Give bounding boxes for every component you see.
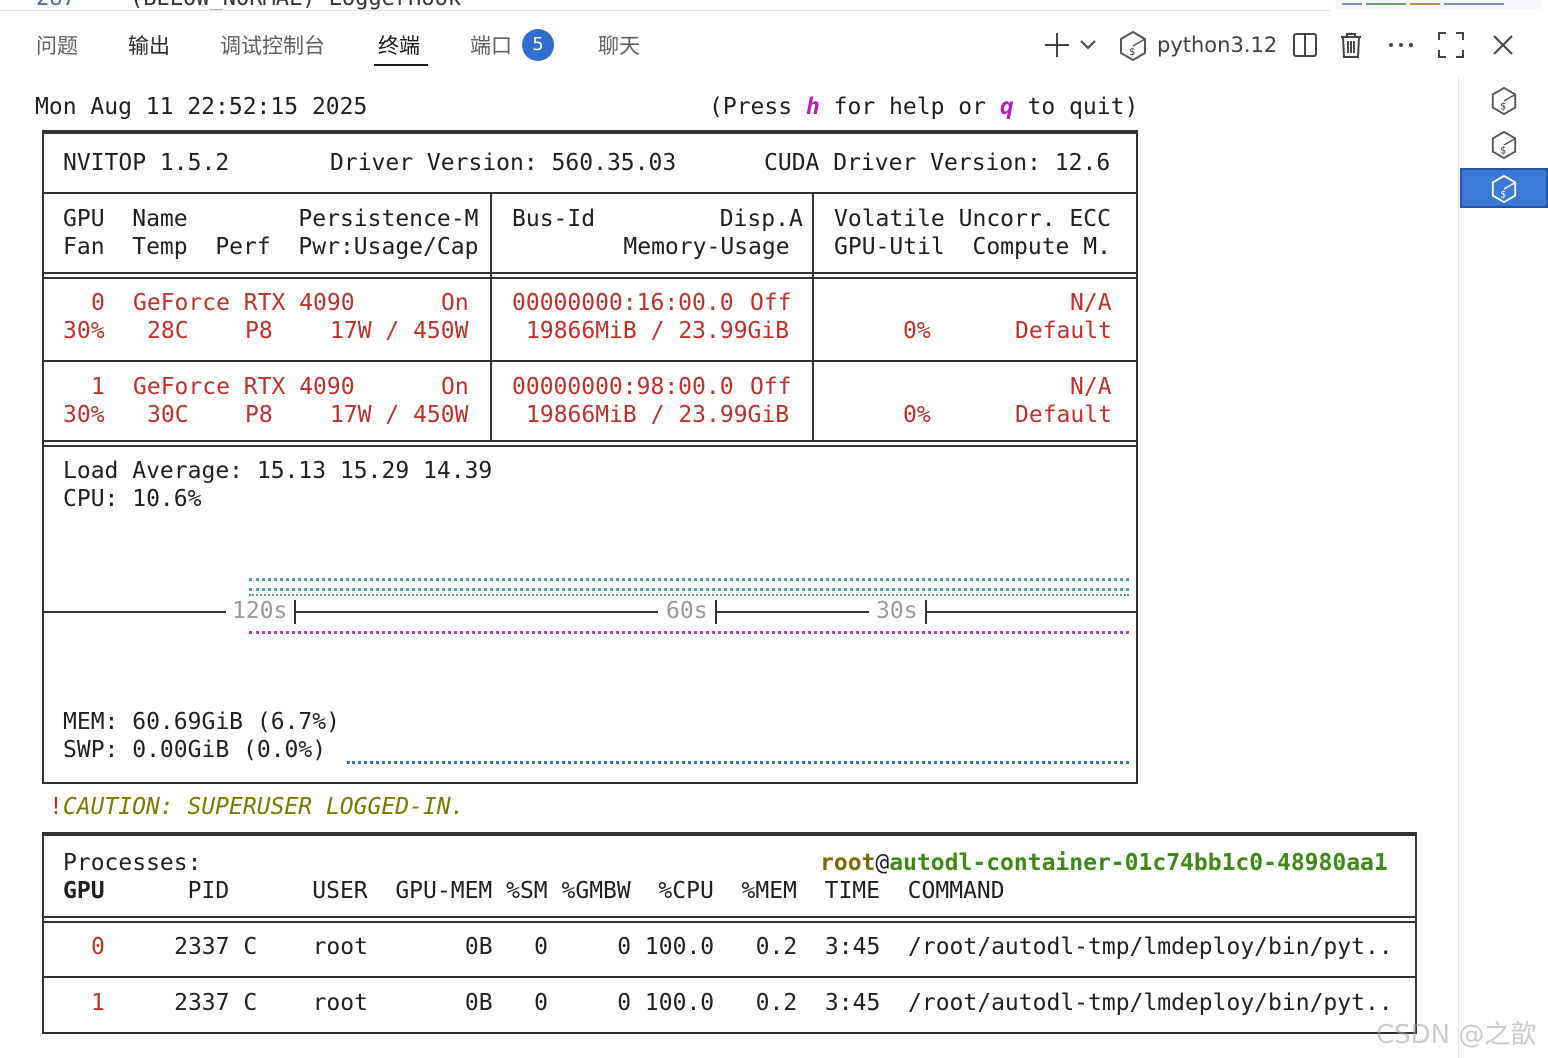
more-icon[interactable] bbox=[1386, 30, 1416, 67]
col-header-gpu-2: Fan Temp Perf Pwr:Usage/Cap bbox=[63, 234, 479, 260]
trash-icon[interactable] bbox=[1336, 30, 1366, 67]
processes-title: Processes: bbox=[63, 850, 202, 876]
table-row: 0 2337 C root 0B 0 0 100.0 0.2 3:45 /roo… bbox=[91, 934, 1393, 960]
user-host: root@autodl-container-01c74bb1c0-48980aa… bbox=[820, 850, 1388, 876]
terminal-shell-icon: $ bbox=[1491, 86, 1517, 116]
ports-count-badge: 5 bbox=[522, 29, 554, 61]
terminal-item-1[interactable]: $ bbox=[1460, 80, 1548, 120]
editor-peek: 287 (BELOW_NORMAL) LoggerHook bbox=[0, 0, 1330, 11]
terminal-list: $ $ $ bbox=[1458, 78, 1548, 1058]
swap-usage: SWP: 0.00GiB (0.0%) bbox=[63, 737, 327, 763]
tab-debug-console[interactable]: 调试控制台 bbox=[220, 30, 325, 60]
plus-icon[interactable] bbox=[1042, 30, 1072, 67]
tab-ports[interactable]: 端口 bbox=[470, 30, 512, 60]
svg-text:$: $ bbox=[1500, 145, 1506, 156]
cuda-version: CUDA Driver Version: 12.6 bbox=[764, 150, 1111, 176]
swap-history-graph bbox=[347, 761, 1129, 764]
gpu-name: GeForce RTX 4090 bbox=[133, 374, 355, 400]
split-icon[interactable] bbox=[1290, 30, 1320, 67]
watermark: CSDN @之歆 bbox=[1376, 1020, 1537, 1050]
nvitop-version: NVITOP 1.5.2 bbox=[63, 150, 230, 176]
active-tab-indicator bbox=[374, 64, 428, 66]
gpu-name: GeForce RTX 4090 bbox=[133, 290, 355, 316]
time-axis bbox=[44, 611, 226, 613]
terminal-item-3-selected[interactable]: $ bbox=[1460, 168, 1548, 208]
load-average: Load Average: 15.13 15.29 14.39 bbox=[63, 458, 493, 484]
tick-60s: 60s bbox=[666, 598, 708, 624]
minimap[interactable] bbox=[1336, 0, 1541, 9]
svg-text:$: $ bbox=[1500, 189, 1506, 200]
driver-version: Driver Version: 560.35.03 bbox=[330, 150, 677, 176]
terminal-profile-name[interactable]: python3.12 bbox=[1157, 33, 1277, 57]
col-header-gpu-1: GPU Name Persistence-M bbox=[63, 206, 479, 232]
svg-text:$: $ bbox=[1129, 47, 1135, 58]
help-hint: (Press h for help or q to quit) bbox=[709, 94, 1139, 120]
line-number: 287 bbox=[36, 0, 76, 10]
code-line: (BELOW_NORMAL) LoggerHook bbox=[130, 0, 461, 10]
svg-text:$: $ bbox=[1500, 101, 1506, 112]
terminal-shell-icon: $ bbox=[1491, 174, 1517, 204]
col-header-util-1: Volatile Uncorr. ECC bbox=[834, 206, 1111, 232]
cpu-usage: CPU: 10.6% bbox=[63, 486, 202, 512]
processes-header: GPU PID USER GPU-MEM %SM %GMBW %CPU %MEM… bbox=[63, 878, 1005, 904]
mem-usage: MEM: 60.69GiB (6.7%) bbox=[63, 709, 340, 735]
close-icon[interactable] bbox=[1488, 30, 1518, 67]
terminal-item-2[interactable]: $ bbox=[1460, 124, 1548, 164]
terminal-shell-icon: $ bbox=[1491, 130, 1517, 160]
col-header-bus-1: Bus-Id Disp.A bbox=[512, 206, 803, 232]
cpu-history-graph bbox=[249, 578, 1129, 581]
maximize-icon[interactable] bbox=[1436, 30, 1466, 67]
tab-output[interactable]: 输出 bbox=[128, 30, 170, 60]
table-row: 1 2337 C root 0B 0 0 100.0 0.2 3:45 /roo… bbox=[91, 990, 1393, 1016]
chevron-down-icon[interactable] bbox=[1078, 30, 1098, 67]
col-header-util-2: GPU-Util Compute M. bbox=[834, 234, 1111, 260]
tab-problems[interactable]: 问题 bbox=[36, 30, 78, 60]
col-header-bus-2: Memory-Usage bbox=[568, 234, 790, 260]
tab-terminal[interactable]: 终端 bbox=[378, 30, 420, 60]
tick-120s: 120s bbox=[232, 598, 288, 624]
terminal-shell-icon: $ bbox=[1118, 30, 1148, 69]
mem-history-graph bbox=[249, 631, 1129, 634]
tick-30s: 30s bbox=[876, 598, 918, 624]
caution-message: !CAUTION: SUPERUSER LOGGED-IN. bbox=[49, 794, 465, 820]
tab-chat[interactable]: 聊天 bbox=[598, 30, 640, 60]
datetime: Mon Aug 11 22:52:15 2025 bbox=[35, 94, 368, 120]
